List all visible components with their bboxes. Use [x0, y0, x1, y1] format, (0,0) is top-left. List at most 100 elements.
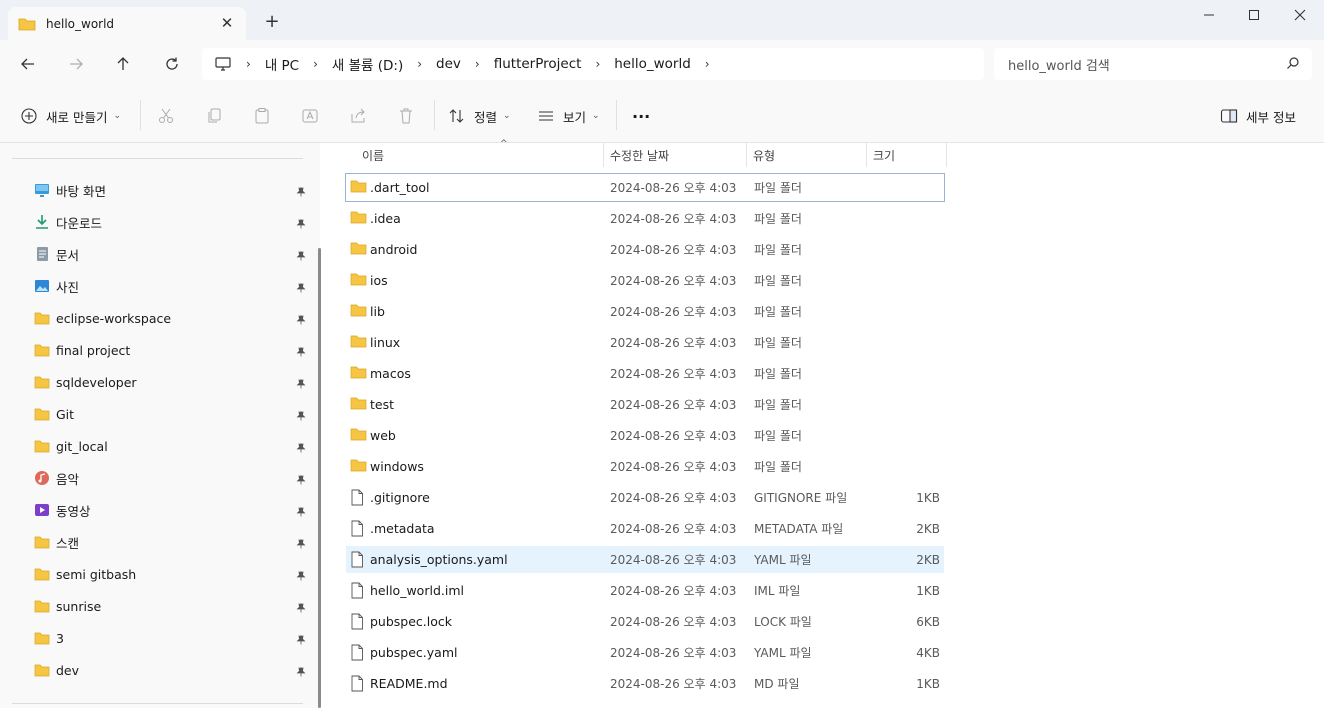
file-name: windows — [370, 459, 424, 474]
maximize-button[interactable] — [1231, 0, 1277, 30]
forward-button[interactable] — [64, 52, 88, 76]
pin-icon[interactable] — [296, 281, 306, 296]
close-tab-button[interactable]: ✕ — [218, 14, 236, 32]
file-type: YAML 파일 — [754, 646, 812, 660]
file-row[interactable]: analysis_options.yaml 2024-08-26 오후 4:03 Y… — [346, 546, 944, 573]
paste-button[interactable] — [250, 104, 274, 128]
tab-hello-world[interactable]: hello_world ✕ — [8, 7, 246, 40]
sidebar-item-동영상[interactable]: 동영상 — [34, 496, 314, 524]
refresh-button[interactable] — [160, 52, 184, 76]
breadcrumb-volume-d[interactable]: 새 볼륨 (D:) — [332, 54, 403, 74]
file-row[interactable]: web 2024-08-26 오후 4:03 파일 폴더 — [346, 422, 944, 449]
sidebar-item-문서[interactable]: 문서 — [34, 240, 314, 268]
file-row[interactable]: .dart_tool 2024-08-26 오후 4:03 파일 폴더 — [345, 173, 945, 202]
chevron-right-icon[interactable]: › — [246, 57, 251, 71]
rename-button[interactable] — [298, 104, 322, 128]
chevron-right-icon[interactable]: › — [313, 57, 318, 71]
share-button[interactable] — [346, 104, 370, 128]
column-header-modified[interactable]: 수정한 날짜 — [604, 143, 747, 167]
file-row[interactable]: ios 2024-08-26 오후 4:03 파일 폴더 — [346, 267, 944, 294]
pin-icon[interactable] — [296, 249, 306, 264]
view-button[interactable]: 보기 ⌄ — [537, 102, 600, 130]
sidebar-item-git[interactable]: Git — [34, 400, 314, 428]
breadcrumb-this-pc[interactable]: 내 PC — [265, 54, 299, 74]
divider — [12, 703, 303, 704]
pin-icon[interactable] — [296, 569, 306, 584]
file-date: 2024-08-26 오후 4:03 — [610, 460, 737, 474]
column-header-name[interactable]: ^ 이름 — [352, 139, 604, 167]
pin-icon[interactable] — [296, 217, 306, 232]
sidebar-item-git-local[interactable]: git_local — [34, 432, 314, 460]
folder-icon — [350, 272, 367, 289]
up-button[interactable] — [111, 52, 135, 76]
file-row[interactable]: lib 2024-08-26 오후 4:03 파일 폴더 — [346, 298, 944, 325]
breadcrumb-hello-world[interactable]: hello_world — [614, 56, 691, 72]
chevron-right-icon[interactable]: › — [475, 57, 480, 71]
pin-icon[interactable] — [296, 473, 306, 488]
close-window-button[interactable] — [1277, 0, 1323, 30]
file-row[interactable]: .gitignore 2024-08-26 오후 4:03 GITIGNORE 파일… — [346, 484, 944, 511]
file-date: 2024-08-26 오후 4:03 — [610, 646, 737, 660]
file-row[interactable]: .metadata 2024-08-26 오후 4:03 METADATA 파일 2K… — [346, 515, 944, 542]
column-header-type[interactable]: 유형 — [747, 143, 867, 167]
pin-icon[interactable] — [296, 665, 306, 680]
sidebar-item-사진[interactable]: 사진 — [34, 272, 314, 300]
divider — [140, 100, 141, 130]
sidebar-scrollbar[interactable] — [318, 248, 321, 708]
sidebar-item-음악[interactable]: 음악 — [34, 464, 314, 492]
file-row[interactable]: windows 2024-08-26 오후 4:03 파일 폴더 — [346, 453, 944, 480]
sidebar-item-3[interactable]: 3 — [34, 624, 314, 652]
details-pane-button[interactable]: 세부 정보 — [1220, 102, 1296, 130]
pin-icon[interactable] — [296, 409, 306, 424]
file-icon — [350, 489, 364, 509]
pin-icon[interactable] — [296, 537, 306, 552]
back-button[interactable] — [16, 52, 40, 76]
sidebar-item-sqldeveloper[interactable]: sqldeveloper — [34, 368, 314, 396]
sidebar-item-스캔[interactable]: 스캔 — [34, 528, 314, 556]
address-bar[interactable]: › 내 PC › 새 볼륨 (D:) › dev › flutterProjec… — [202, 48, 984, 80]
breadcrumb-flutterproject[interactable]: flutterProject — [494, 56, 582, 72]
sidebar-item-final-project[interactable]: final project — [34, 336, 314, 364]
file-row[interactable]: pubspec.lock 2024-08-26 오후 4:03 LOCK 파일 6KB — [346, 608, 944, 635]
cut-button[interactable] — [154, 104, 178, 128]
pin-icon[interactable] — [296, 345, 306, 360]
file-name: test — [370, 397, 395, 412]
new-button[interactable]: 새로 만들기 ⌄ — [20, 102, 121, 130]
sort-button[interactable]: 정렬 ⌄ — [448, 102, 511, 130]
file-row[interactable]: android 2024-08-26 오후 4:03 파일 폴더 — [346, 236, 944, 263]
minimize-button[interactable] — [1186, 0, 1232, 30]
more-options-button[interactable]: ··· — [632, 102, 650, 130]
pin-icon[interactable] — [296, 377, 306, 392]
pin-icon[interactable] — [296, 633, 306, 648]
column-header-size[interactable]: 크기 — [867, 143, 947, 167]
file-name: hello_world.iml — [370, 583, 464, 598]
file-row[interactable]: .idea 2024-08-26 오후 4:03 파일 폴더 — [346, 205, 944, 232]
file-type: METADATA 파일 — [754, 522, 844, 536]
pin-icon[interactable] — [296, 313, 306, 328]
pin-icon[interactable] — [296, 441, 306, 456]
pin-icon[interactable] — [296, 601, 306, 616]
sidebar-item-바탕-화면[interactable]: 바탕 화면 — [34, 176, 314, 204]
sidebar-item-다운로드[interactable]: 다운로드 — [34, 208, 314, 236]
search-input[interactable]: hello_world 검색 — [994, 48, 1312, 80]
delete-button[interactable] — [394, 104, 418, 128]
pin-icon[interactable] — [296, 505, 306, 520]
sidebar-item-sunrise[interactable]: sunrise — [34, 592, 314, 620]
new-tab-button[interactable]: + — [262, 12, 282, 32]
sidebar-item-eclipse-workspace[interactable]: eclipse-workspace — [34, 304, 314, 332]
chevron-right-icon[interactable]: › — [417, 57, 422, 71]
file-row[interactable]: hello_world.iml 2024-08-26 오후 4:03 IML 파일 1… — [346, 577, 944, 604]
sidebar-item-dev[interactable]: dev — [34, 656, 314, 684]
breadcrumb-dev[interactable]: dev — [436, 56, 461, 72]
folder-icon — [34, 598, 50, 614]
file-row[interactable]: macos 2024-08-26 오후 4:03 파일 폴더 — [346, 360, 944, 387]
chevron-right-icon[interactable]: › — [595, 57, 600, 71]
sidebar-item-semi-gitbash[interactable]: semi gitbash — [34, 560, 314, 588]
file-row[interactable]: pubspec.yaml 2024-08-26 오후 4:03 YAML 파일 4KB — [346, 639, 944, 666]
file-row[interactable]: linux 2024-08-26 오후 4:03 파일 폴더 — [346, 329, 944, 356]
file-row[interactable]: README.md 2024-08-26 오후 4:03 MD 파일 1KB — [346, 670, 944, 697]
pin-icon[interactable] — [296, 185, 306, 200]
file-row[interactable]: test 2024-08-26 오후 4:03 파일 폴더 — [346, 391, 944, 418]
chevron-right-icon[interactable]: › — [705, 57, 710, 71]
copy-button[interactable] — [202, 104, 226, 128]
